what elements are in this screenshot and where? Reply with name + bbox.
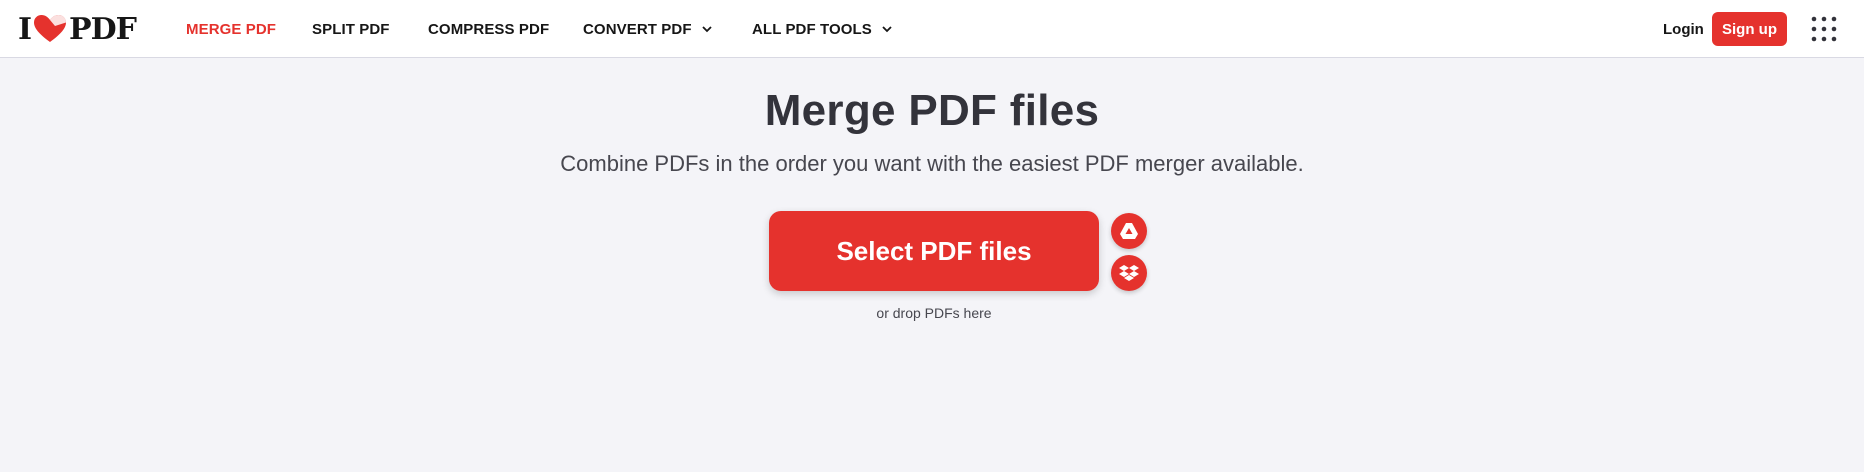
apps-grid-icon[interactable] <box>1811 16 1837 42</box>
nav-label: CONVERT PDF <box>583 20 692 38</box>
ilovepdf-logo[interactable]: I PDF <box>18 11 137 47</box>
login-link[interactable]: Login <box>1663 0 1704 58</box>
nav-compress-pdf[interactable]: COMPRESS PDF <box>428 0 549 58</box>
chevron-down-icon <box>701 26 712 33</box>
nav-all-pdf-tools[interactable]: ALL PDF TOOLS <box>752 0 892 58</box>
select-pdf-files-button[interactable]: Select PDF files <box>769 211 1099 291</box>
signup-button[interactable]: Sign up <box>1712 12 1787 46</box>
page-title: Merge PDF files <box>764 86 1100 135</box>
nav-label: ALL PDF TOOLS <box>752 20 872 38</box>
nav-merge-pdf[interactable]: MERGE PDF <box>186 0 276 58</box>
google-drive-icon <box>1120 223 1138 239</box>
heart-icon <box>34 15 67 42</box>
logo-letter-i: I <box>18 11 32 47</box>
top-navbar: I PDF MERGE PDF SPLIT PDF COMPRESS PDF C… <box>0 0 1864 58</box>
dropbox-button[interactable] <box>1111 255 1147 291</box>
dropbox-icon <box>1119 265 1139 281</box>
nav-convert-pdf[interactable]: CONVERT PDF <box>583 0 712 58</box>
nav-split-pdf[interactable]: SPLIT PDF <box>312 0 390 58</box>
drop-hint-text: or drop PDFs here <box>876 305 992 321</box>
google-drive-button[interactable] <box>1111 213 1147 249</box>
nav-label: SPLIT PDF <box>312 20 390 38</box>
logo-text-pdf: PDF <box>69 11 137 47</box>
nav-label: MERGE PDF <box>186 20 277 38</box>
chevron-down-icon <box>882 26 892 33</box>
page-subtitle: Combine PDFs in the order you want with … <box>560 151 1304 176</box>
nav-label: COMPRESS PDF <box>428 20 550 38</box>
